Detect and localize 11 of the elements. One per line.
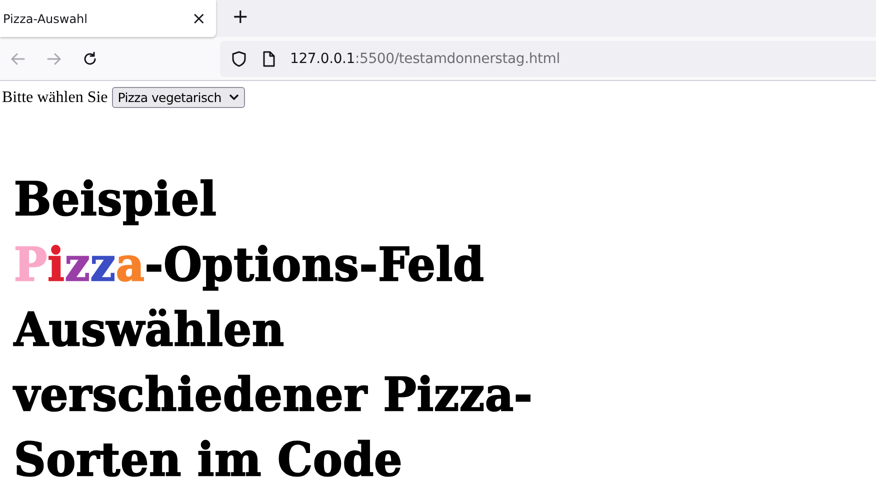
page-heading: Beispiel Pizza-Options-Feld Auswählen verschiedener Pizza- Sorten im Code: [14, 172, 534, 490]
new-tab-button[interactable]: +: [230, 4, 251, 28]
shield-icon: [230, 50, 248, 68]
close-button[interactable]: ×: [192, 8, 206, 28]
browser-tab[interactable]: Pizza-Auswahl ×: [0, 0, 216, 37]
tab-title: Pizza-Auswahl: [3, 12, 88, 26]
chevron-icon: [229, 94, 240, 101]
address-bar[interactable]: 127.0.0.1:5500/testamdonnerstag.html: [220, 40, 876, 76]
select-label: Bitte wählen Sie: [2, 88, 108, 106]
pizza-dropdown[interactable]: Pizza vegetarisch: [112, 87, 246, 108]
url-text: 127.0.0.1:5500/testamdonnerstag.html: [290, 50, 560, 66]
